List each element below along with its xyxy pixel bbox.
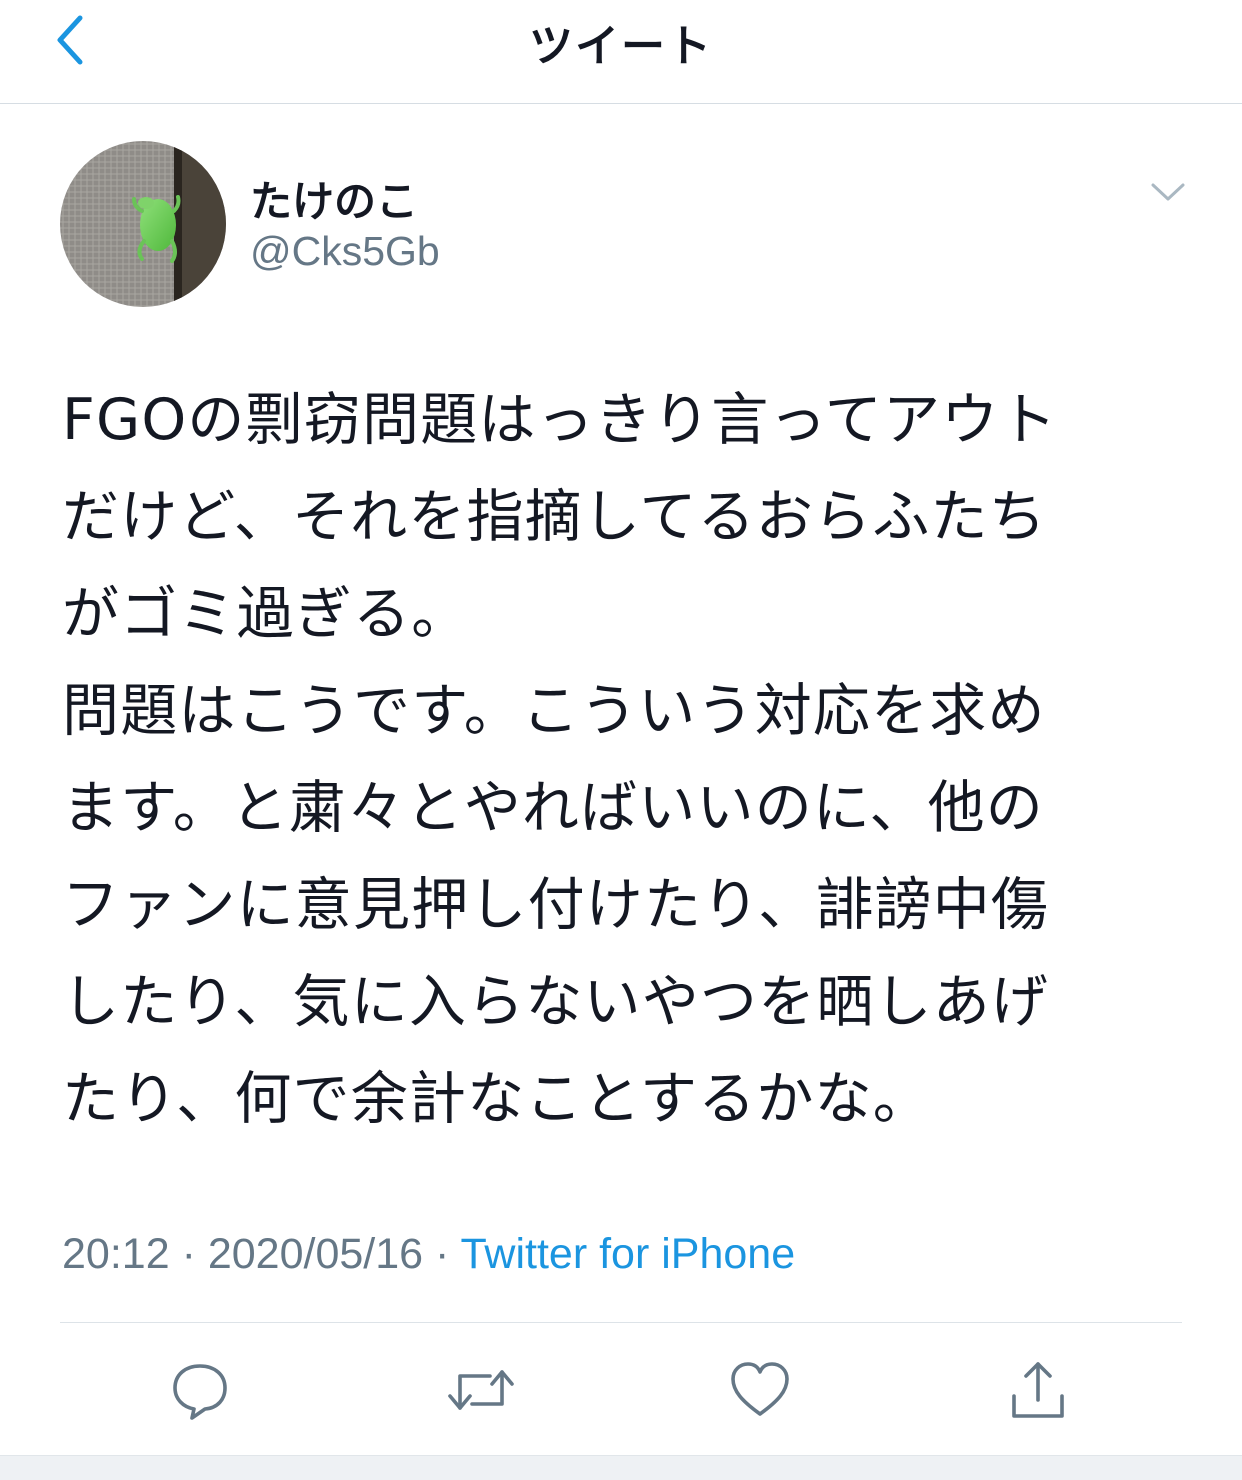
user-handle[interactable]: @Cks5Gb [250,228,440,275]
tweet-text-line: 問題はこうです。こういう対応を求め [62,678,1046,744]
more-options-button[interactable] [1148,178,1188,206]
avatar-image [60,141,226,307]
reply-button[interactable] [168,1358,232,1422]
heart-icon [731,1362,789,1416]
share-icon [1012,1362,1064,1418]
page-title: ツイート [529,21,713,72]
tweet-text-line: FGOの剽窃問題はっきり言ってアウト [62,387,1058,453]
navigation-bar: ツイート [0,0,1242,104]
tweet-text-line: だけど、それを指摘してるおらふたち [62,484,1047,550]
tweet-text-line: したり、気に入らないやつを晒しあげ [62,969,1050,1035]
reply-icon [173,1364,227,1420]
tweet-text: FGOの剽窃問題はっきり言ってアウト だけど、それを指摘してるおらふたち がゴミ… [62,372,1192,1148]
chevron-down-icon [1151,183,1185,201]
tweet-metadata: 20:12 · 2020/05/16 · Twitter for iPhone [62,1226,795,1282]
retweet-button[interactable] [446,1358,514,1422]
tweet-text-line: ます。と粛々とやればいいのに、他の [62,775,1044,841]
avatar[interactable] [60,141,226,307]
display-name[interactable]: たけのこ [250,168,418,229]
like-button[interactable] [728,1358,792,1422]
meta-separator: · [435,1230,450,1278]
bottom-bar [0,1455,1242,1480]
share-button[interactable] [1006,1358,1070,1422]
retweet-icon [448,1370,514,1410]
tweet-date: 2020/05/16 [207,1230,424,1278]
tweet-time: 20:12 [62,1230,170,1278]
tweet-text-line: たり、何で余計なことするかな。 [62,1066,932,1132]
divider [60,1322,1182,1323]
tweet-source-link[interactable]: Twitter for iPhone [461,1230,796,1278]
tweet-text-line: ファンに意見押し付けたり、誹謗中傷 [62,872,1050,938]
meta-separator: · [181,1230,196,1278]
tweet-text-line: がゴミ過ぎる。 [62,581,470,647]
